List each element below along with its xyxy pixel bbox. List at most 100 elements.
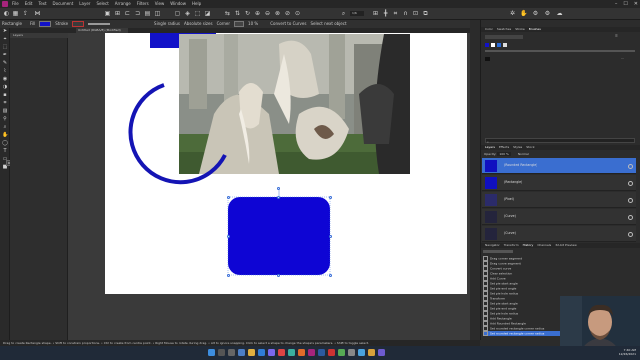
swatch-grey[interactable] [503, 43, 507, 47]
visibility-icon[interactable] [628, 232, 633, 237]
resize-handle-left[interactable] [226, 234, 230, 238]
opacity-slider[interactable] [485, 50, 635, 52]
align-left-icon[interactable]: ⊏ [124, 10, 131, 17]
visibility-icon[interactable] [628, 215, 633, 220]
pixel-grid-icon[interactable]: ⊡ [412, 10, 419, 17]
flip-horizontal-icon[interactable]: ⇆ [224, 10, 231, 17]
align-center-icon[interactable]: ⊐ [134, 10, 141, 17]
pen-tool-icon[interactable]: ✒ [2, 52, 8, 58]
resize-handle-top-left[interactable] [226, 195, 230, 199]
boolean-xor-icon[interactable]: ⊙ [294, 10, 301, 17]
history-item[interactable]: Drag corner segment [483, 256, 633, 261]
resize-handle-bottom-left[interactable] [226, 273, 230, 277]
layer-row[interactable]: (Rounded Rectangle) [482, 158, 636, 174]
grid-icon[interactable]: ⊞ [372, 10, 379, 17]
insert-icon[interactable]: ◪ [204, 10, 211, 17]
menu-item-select[interactable]: Select [96, 1, 108, 7]
guides-icon[interactable]: ╋ [382, 10, 389, 17]
pixel-tool-icon[interactable]: ▪ [2, 92, 8, 98]
app-icon[interactable] [338, 349, 345, 356]
tab-effects[interactable]: Effects [499, 145, 509, 150]
layer-row[interactable]: (Pixel) [482, 192, 636, 208]
snapping-icon[interactable]: ⊞ [114, 10, 121, 17]
store-icon[interactable] [268, 349, 275, 356]
artboard-tool-icon[interactable]: ⬚ [2, 44, 8, 50]
menu-item-file[interactable]: File [12, 1, 19, 7]
layer-row[interactable]: (Rectangle) [482, 175, 636, 191]
settings-icon[interactable]: ⚙ [532, 10, 539, 17]
widgets-icon[interactable] [238, 349, 245, 356]
hand-icon[interactable]: ✋ [520, 10, 527, 17]
eyedropper-icon[interactable]: ⚲ [2, 116, 8, 122]
maximize-button[interactable]: ☐ [623, 1, 627, 7]
resize-handle-top-right[interactable] [328, 195, 332, 199]
app-icon[interactable] [328, 349, 335, 356]
tab-navigator[interactable]: Navigator [485, 243, 500, 248]
app-icon[interactable] [288, 349, 295, 356]
layer-row[interactable]: (Curve) [482, 226, 636, 242]
menu-item-edit[interactable]: Edit [25, 1, 33, 7]
snap-to-grid-icon[interactable]: ⌗ [392, 10, 399, 17]
tab-32bit-preview[interactable]: 32-bit Preview [555, 243, 576, 248]
persona-export-icon[interactable]: ⇪ [22, 10, 29, 17]
persona-photo-icon[interactable]: ◐ [3, 10, 10, 17]
absolute-size-option[interactable]: Absolute sizes [184, 21, 213, 27]
panel-options-icon[interactable]: ⋯ [621, 56, 637, 61]
visibility-icon[interactable] [628, 181, 633, 186]
boolean-subtract-icon[interactable]: ⊖ [264, 10, 271, 17]
resize-handle-bottom[interactable] [277, 273, 280, 277]
select-next-object-button[interactable]: Select next object [310, 21, 346, 27]
corner-value-field[interactable]: 10 % [248, 21, 258, 27]
blue-arc-shape[interactable] [120, 75, 240, 195]
tab-layers[interactable]: Layers [485, 145, 495, 150]
tab-color[interactable]: Color [485, 27, 493, 32]
place-image-icon[interactable]: ▨ [2, 108, 8, 114]
swatch-blue[interactable] [485, 43, 489, 47]
close-button[interactable]: ✕ [634, 1, 638, 7]
history-item[interactable]: Set pie start angle [483, 281, 633, 286]
history-item[interactable]: Clear selection [483, 271, 633, 276]
mode-icon[interactable]: ▢ [174, 10, 181, 17]
rotation-handle[interactable] [277, 187, 280, 190]
swatch-light-blue[interactable] [497, 43, 501, 47]
preferences-icon[interactable]: ⚙ [544, 10, 551, 17]
transparency-tool-icon[interactable]: ◑ [2, 84, 8, 90]
convert-to-curves-button[interactable]: Convert to Curves [270, 21, 306, 27]
text-tool-icon[interactable]: T [2, 148, 8, 154]
affinity-designer-icon[interactable] [308, 349, 315, 356]
artboard-icon[interactable]: ⧉ [422, 10, 429, 17]
fill-swatch[interactable] [39, 21, 52, 27]
boolean-intersect-icon[interactable]: ⊗ [274, 10, 281, 17]
tab-styles[interactable]: Styles [513, 145, 522, 150]
edge-icon[interactable] [258, 349, 265, 356]
app-icon[interactable] [318, 349, 325, 356]
layer-row[interactable]: (Curve) [482, 209, 636, 225]
panel-menu-icon[interactable]: ☰ [615, 34, 635, 39]
cloud-icon[interactable]: ☁ [556, 10, 563, 17]
resize-handle-bottom-right[interactable] [328, 273, 332, 277]
pencil-tool-icon[interactable]: ✎ [2, 60, 8, 66]
search-field[interactable]: ⌕ [485, 138, 635, 144]
stroke-width-slider[interactable] [88, 23, 111, 25]
arrange-icon[interactable]: ▤ [144, 10, 151, 17]
ellipse-tool-icon[interactable]: ◯ [2, 140, 8, 146]
history-item[interactable]: Convert curve [483, 266, 633, 271]
assistant-icon[interactable]: ✲ [509, 10, 516, 17]
menu-item-filters[interactable]: Filters [137, 1, 149, 7]
blend-mode-dropdown[interactable]: Normal [518, 152, 529, 156]
menu-item-document[interactable]: Document [53, 1, 74, 7]
menu-item-help[interactable]: Help [192, 1, 201, 7]
app-icon[interactable] [378, 349, 385, 356]
menu-item-layer[interactable]: Layer [79, 1, 90, 7]
zoom-icon[interactable]: ⌕ [340, 10, 347, 17]
search-taskbar-icon[interactable] [218, 349, 225, 356]
select-icon[interactable]: ◈ [184, 10, 191, 17]
history-item[interactable]: Set pie end angle [483, 286, 633, 291]
app-icon[interactable] [278, 349, 285, 356]
flip-vertical-icon[interactable]: ⇅ [234, 10, 241, 17]
transform-icon[interactable]: ⬚ [194, 10, 201, 17]
zoom-tool-icon[interactable]: ⌕ [2, 124, 8, 130]
app-icon[interactable] [348, 349, 355, 356]
visibility-icon[interactable] [628, 198, 633, 203]
crop-tool-icon[interactable]: ⌗ [2, 100, 8, 106]
